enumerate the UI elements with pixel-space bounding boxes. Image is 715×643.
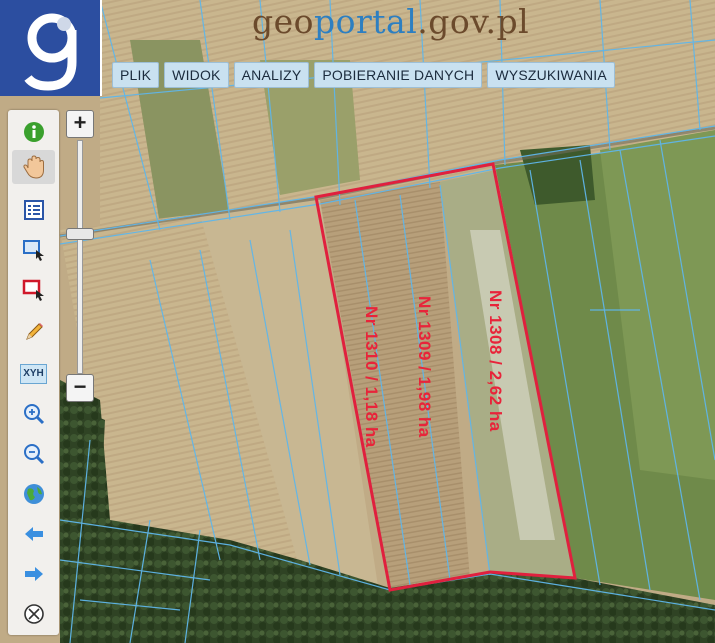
select-icon [22, 239, 44, 261]
xyh-tool[interactable]: XYH [20, 360, 47, 387]
arrow-left-icon [24, 526, 43, 541]
back-tool[interactable] [20, 520, 47, 547]
zoom-slider-handle[interactable] [66, 228, 94, 240]
menu-analizy[interactable]: ANALIZY [233, 62, 310, 88]
select-red-tool[interactable] [20, 276, 47, 303]
zoom-control: + − [66, 110, 94, 405]
site-title-eo: eo [273, 2, 315, 41]
map-canvas[interactable] [0, 0, 715, 643]
hand-icon [22, 155, 44, 179]
globe-tool[interactable] [20, 480, 47, 507]
forward-tool[interactable] [20, 560, 47, 587]
zoom-out-icon [23, 443, 44, 464]
select-tool[interactable] [20, 236, 47, 263]
info-tool[interactable] [20, 118, 47, 145]
menu-widok[interactable]: WIDOK [164, 62, 229, 88]
clear-icon [23, 603, 44, 624]
measure-tool[interactable] [20, 318, 47, 345]
parcel-label-1309: Nr 1309 / 1,98 ha [415, 296, 434, 438]
info-icon [23, 121, 44, 142]
zoom-in-tool[interactable] [20, 400, 47, 427]
xyh-label: XYH [23, 367, 44, 379]
geoportal-logo[interactable] [0, 0, 102, 96]
parcel-label-1310: Nr 1310 / 1,18 ha [362, 306, 381, 448]
pan-tool[interactable] [12, 150, 55, 184]
legend-icon [23, 199, 44, 220]
site-title-domain: .gov.pl [417, 2, 530, 41]
zoom-in-icon [23, 403, 44, 424]
map-toolbar: XYH [8, 110, 59, 635]
menu-wyszukiwania[interactable]: WYSZUKIWANIA [487, 62, 615, 88]
menu-plik[interactable]: PLIK [112, 62, 160, 88]
xyh-icon: XYH [20, 363, 47, 384]
arrow-right-icon [24, 566, 43, 581]
legend-tool[interactable] [20, 196, 47, 223]
clear-tool[interactable] [20, 600, 47, 627]
site-title: geoportal.gov.pl [252, 2, 529, 41]
zoom-slider-track[interactable] [77, 140, 83, 374]
site-title-portal: portal [314, 2, 418, 41]
zoom-minus-button[interactable]: − [66, 374, 94, 402]
select-red-icon [22, 279, 44, 301]
zoom-out-tool[interactable] [20, 440, 47, 467]
parcel-label-1308: Nr 1308 / 2,62 ha [486, 290, 505, 432]
main-menu: PLIK WIDOK ANALIZY POBIERANIE DANYCH WYS… [112, 62, 615, 88]
pencil-icon [25, 322, 43, 340]
zoom-plus-button[interactable]: + [66, 110, 94, 138]
site-title-g: g [252, 2, 274, 41]
menu-pobieranie-danych[interactable]: POBIERANIE DANYCH [314, 62, 483, 88]
globe-icon [23, 483, 44, 504]
